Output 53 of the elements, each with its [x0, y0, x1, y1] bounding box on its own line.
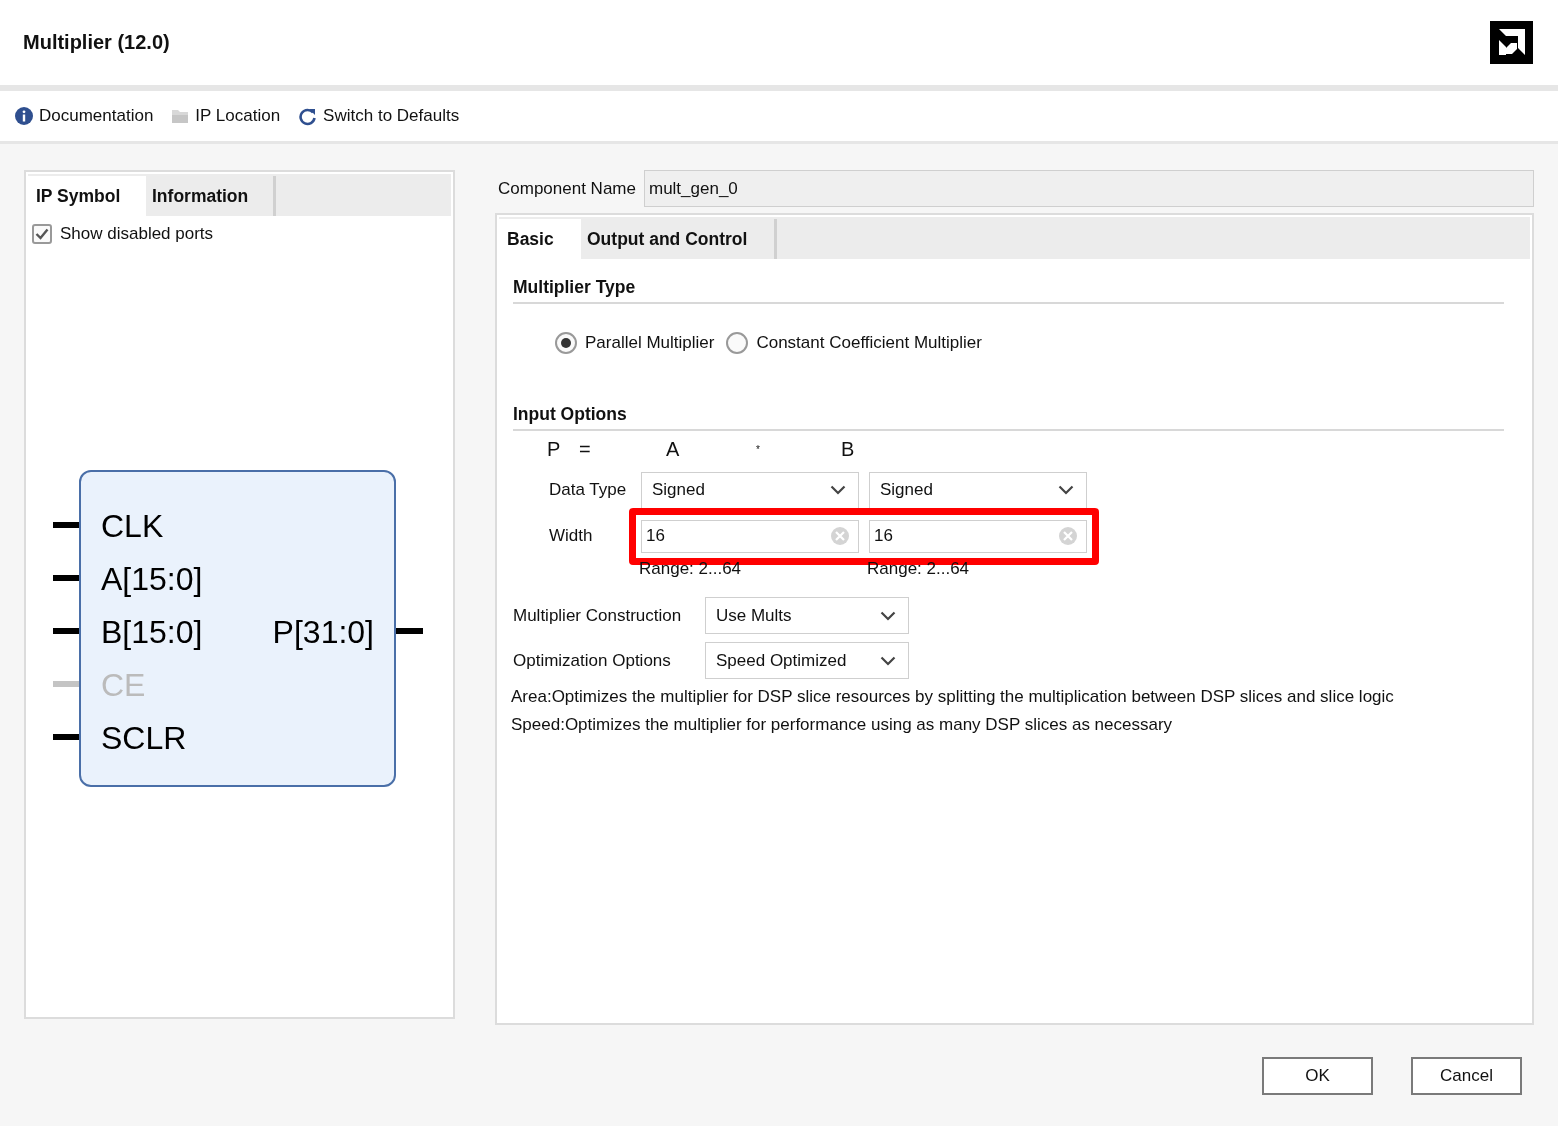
folder-icon [171, 108, 190, 125]
checkbox-label: Show disabled ports [60, 224, 214, 244]
tab[interactable]: Basic [499, 219, 581, 259]
data-type-dropdown[interactable]: Signed [869, 471, 1087, 509]
chevron-down-icon [880, 655, 896, 666]
equation-symbol: P [547, 437, 562, 461]
port-name: CE [101, 667, 146, 704]
radio-label: Constant Coefficient Multiplier [756, 333, 982, 353]
data-type-dropdown[interactable]: Signed [641, 471, 859, 509]
port-name: SCLR [101, 720, 187, 757]
toolbar-button[interactable]: Switch to Defaults [298, 106, 460, 127]
range-hint: Range: 2...64 [867, 559, 971, 580]
equation-symbol: A [666, 437, 681, 461]
equation-symbol: B [841, 437, 856, 461]
equation-symbol: * [756, 443, 761, 455]
construction-dropdown[interactable]: Use Mults [705, 597, 909, 634]
field-label: Data Type [548, 480, 628, 500]
dialog-button[interactable]: OK [1262, 1056, 1373, 1095]
clear-icon[interactable] [830, 526, 850, 546]
chevron-down-icon [830, 485, 846, 495]
port-name: A[15:0] [101, 561, 203, 598]
optimization-dropdown[interactable]: Speed Optimized [705, 642, 909, 679]
equation-symbol: = [579, 437, 592, 461]
info-icon [15, 107, 33, 126]
dialog-button[interactable]: Cancel [1411, 1056, 1522, 1095]
clear-icon[interactable] [1058, 526, 1078, 546]
chevron-down-icon [1058, 485, 1074, 495]
toolbar-button[interactable]: IP Location [171, 106, 281, 127]
toolbar-button[interactable]: Documentation [15, 106, 154, 127]
port-name: CLK [101, 508, 164, 545]
component-name-field[interactable]: mult_gen_0 [643, 170, 1534, 207]
port-name: P[31:0] [272, 614, 374, 651]
window-title: Multiplier (12.0) [23, 31, 170, 55]
field-label: Width [548, 526, 594, 546]
field-label: Component Name [498, 178, 636, 199]
description-text: Speed:Optimizes the multiplier for performance using as many DSP slices as necessary [511, 714, 1174, 736]
width-field[interactable]: 16 [641, 519, 859, 553]
section-title: Multiplier Type [513, 277, 1504, 304]
width-field[interactable]: 16 [869, 519, 1087, 553]
refresh-icon [298, 106, 318, 126]
tab[interactable]: IP Symbol [28, 176, 146, 216]
field-label: Multiplier Construction [513, 605, 683, 626]
radio-button[interactable] [726, 332, 749, 354]
port-name: B[15:0] [101, 614, 203, 651]
checkbox[interactable] [32, 224, 52, 244]
range-hint: Range: 2...64 [639, 559, 743, 580]
radio-label: Parallel Multiplier [585, 333, 715, 353]
section-title: Input Options [513, 404, 1504, 431]
description-text: Area:Optimizes the multiplier for DSP slice resources by splitting the multiplication between DSP slices and slice logic [511, 686, 1395, 708]
chevron-down-icon [880, 610, 896, 621]
field-label: Optimization Options [513, 650, 672, 671]
logo-icon [1490, 21, 1533, 65]
radio-button[interactable] [555, 332, 577, 354]
